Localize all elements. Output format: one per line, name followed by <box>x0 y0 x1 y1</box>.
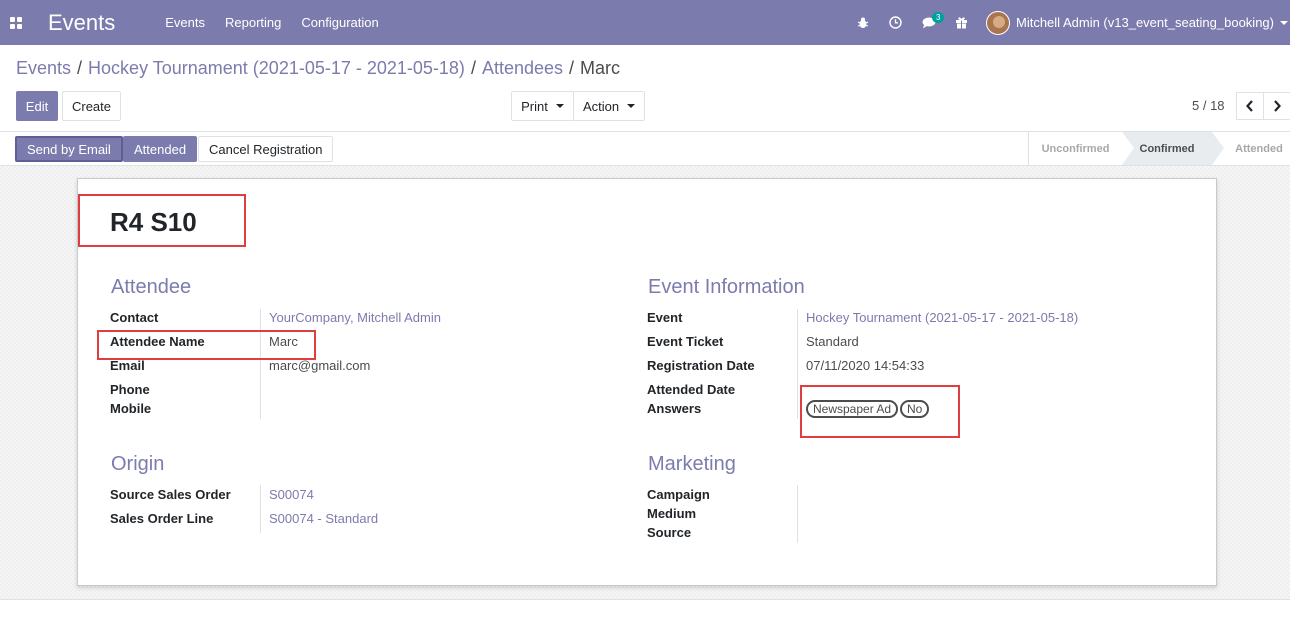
highlight-box-title <box>78 194 246 247</box>
answers-label: Answers <box>647 401 702 416</box>
attended-button[interactable]: Attended <box>123 136 198 162</box>
highlight-box-answers <box>800 385 960 438</box>
user-avatar <box>986 10 1010 35</box>
event-ticket-value: Standard <box>806 334 859 349</box>
event-label: Event <box>647 310 683 325</box>
stage-unconfirmed[interactable]: Unconfirmed <box>1028 132 1122 165</box>
source-label: Source <box>647 525 692 540</box>
form-view: R4 S10 Attendee Contact YourCompany, Mit… <box>0 166 1290 600</box>
menu-reporting[interactable]: Reporting <box>215 15 291 30</box>
create-button[interactable]: Create <box>62 91 121 121</box>
event-ticket-label: Event Ticket <box>647 334 724 349</box>
top-navbar: Events Events Reporting Configuration 3 … <box>0 0 1290 45</box>
pager-value[interactable]: 5 / 18 <box>1192 98 1225 113</box>
email-label: Email <box>110 358 145 373</box>
stage-pipeline: Unconfirmed Confirmed Attended <box>1028 132 1290 165</box>
event-value[interactable]: Hockey Tournament (2021-05-17 - 2021-05-… <box>806 310 1078 325</box>
user-menu[interactable]: Mitchell Admin (v13_event_seating_bookin… <box>986 10 1290 35</box>
pager-next-button[interactable] <box>1263 92 1290 120</box>
apps-menu-icon[interactable] <box>0 0 32 45</box>
sales-order-line-label: Sales Order Line <box>110 511 214 526</box>
source-sales-order-value[interactable]: S00074 <box>269 487 314 502</box>
page-footer-area <box>0 599 1290 620</box>
print-caret-icon <box>555 104 564 108</box>
breadcrumb-attendees[interactable]: Attendees <box>482 58 563 79</box>
cancel-registration-button[interactable]: Cancel Registration <box>198 136 334 162</box>
messages-chat-icon[interactable]: 3 <box>912 0 945 45</box>
chevron-right-icon <box>1274 100 1281 112</box>
main-menu: Events Reporting Configuration <box>155 15 388 30</box>
action-label: Action <box>582 98 620 114</box>
group-origin-title: Origin <box>111 453 165 475</box>
highlight-box-attendee-name <box>97 330 316 360</box>
phone-label: Phone <box>110 382 150 397</box>
chevron-left-icon <box>1246 100 1253 112</box>
contact-label: Contact <box>110 310 159 325</box>
breadcrumb-events[interactable]: Events <box>16 58 71 79</box>
edit-button[interactable]: Edit <box>16 91 58 121</box>
marketing-divider <box>797 485 798 543</box>
campaign-label: Campaign <box>647 487 710 502</box>
registration-date-label: Registration Date <box>647 358 755 373</box>
sales-order-line-value[interactable]: S00074 - Standard <box>269 511 378 526</box>
breadcrumb-current: Marc <box>580 58 621 78</box>
event-info-divider <box>797 309 798 419</box>
attended-date-label: Attended Date <box>647 382 736 397</box>
menu-configuration[interactable]: Configuration <box>291 15 388 30</box>
registration-date-value: 07/11/2020 14:54:33 <box>806 358 925 373</box>
action-dropdown[interactable]: Action <box>573 91 645 121</box>
gift-icon[interactable] <box>945 0 978 45</box>
origin-divider <box>260 485 261 533</box>
activity-clock-icon[interactable] <box>879 0 912 45</box>
breadcrumb: Events / Hockey Tournament (2021-05-17 -… <box>16 58 621 79</box>
debug-bug-icon[interactable] <box>846 0 879 45</box>
group-attendee-title: Attendee <box>111 276 192 298</box>
group-marketing-title: Marketing <box>648 453 736 475</box>
send-by-email-button[interactable]: Send by Email <box>15 136 123 162</box>
breadcrumb-event[interactable]: Hockey Tournament (2021-05-17 - 2021-05-… <box>88 58 465 79</box>
group-event-info-title: Event Information <box>648 276 805 298</box>
navbar-systray: 3 Mitchell Admin (v13_event_seating_book… <box>846 0 1290 45</box>
print-label: Print <box>521 98 548 114</box>
print-dropdown[interactable]: Print <box>511 91 574 121</box>
menu-events[interactable]: Events <box>155 15 215 30</box>
stage-confirmed[interactable]: Confirmed <box>1122 132 1224 165</box>
source-sales-order-label: Source Sales Order <box>110 487 231 502</box>
stage-confirmed-label: Confirmed <box>1139 142 1195 155</box>
email-value[interactable]: marc@gmail.com <box>269 358 370 373</box>
stage-attended-label: Attended <box>1235 142 1283 155</box>
user-name: Mitchell Admin (v13_event_seating_bookin… <box>1016 15 1274 30</box>
action-caret-icon <box>627 104 636 108</box>
medium-label: Medium <box>647 506 697 521</box>
message-count-badge: 3 <box>932 12 945 23</box>
user-caret-icon <box>1280 20 1288 25</box>
form-sheet: R4 S10 Attendee Contact YourCompany, Mit… <box>77 178 1217 586</box>
form-statusbar: Send by Email Attended Cancel Registrati… <box>0 131 1290 166</box>
stage-attended[interactable]: Attended <box>1212 132 1290 165</box>
pager-previous-button[interactable] <box>1236 92 1264 120</box>
app-brand: Events <box>48 9 116 35</box>
contact-value[interactable]: YourCompany, Mitchell Admin <box>269 310 441 325</box>
mobile-label: Mobile <box>110 401 152 416</box>
attendee-divider <box>260 309 261 419</box>
